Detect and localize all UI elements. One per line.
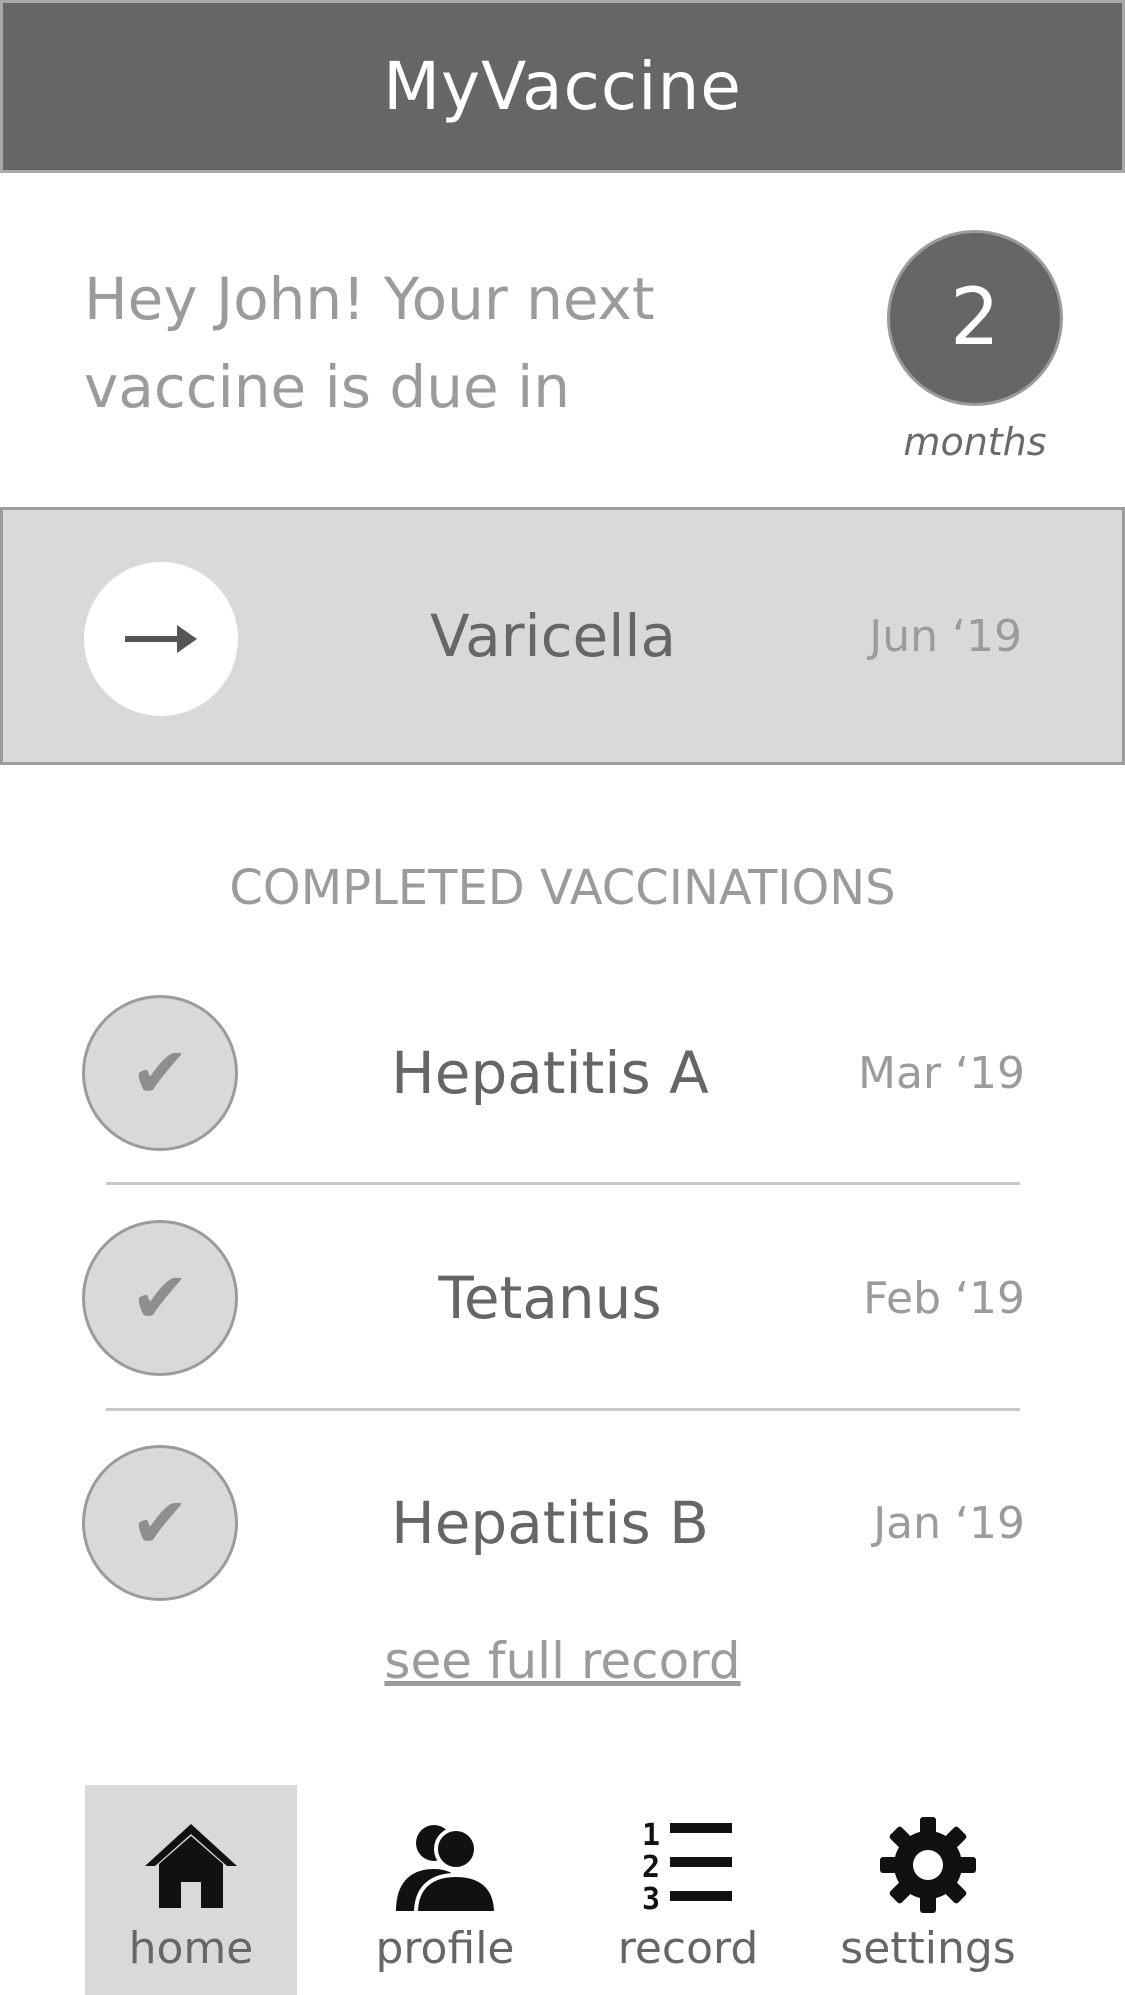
svg-text:2: 2 [642, 1850, 660, 1885]
vaccine-date: Feb ‘19 [863, 1272, 1025, 1324]
check-icon: ✔ [82, 1445, 238, 1601]
next-vaccine-card[interactable]: Varicella Jun ‘19 [0, 507, 1125, 765]
see-full-record-link[interactable]: see full record [0, 1632, 1125, 1690]
check-icon: ✔ [82, 1220, 238, 1376]
svg-text:1: 1 [642, 1818, 660, 1853]
record-list-icon: 1 2 3 [633, 1815, 743, 1915]
due-counter-unit: months [903, 420, 1047, 464]
tab-record[interactable]: 1 2 3 record [582, 1785, 794, 1995]
due-counter-badge: 2 [887, 230, 1063, 406]
profile-icon [390, 1815, 500, 1915]
arrow-right-icon[interactable] [84, 562, 238, 716]
vaccine-name: Hepatitis A [391, 1039, 709, 1107]
check-icon: ✔ [82, 995, 238, 1151]
app-header: MyVaccine [0, 0, 1125, 173]
bottom-tab-bar: home profile 1 2 3 record settings [0, 1785, 1125, 1995]
vaccine-name: Tetanus [438, 1264, 662, 1332]
tab-label: home [128, 1923, 254, 1974]
divider [106, 1408, 1020, 1411]
next-vaccine-date: Jun ‘19 [869, 610, 1022, 662]
vaccine-date: Mar ‘19 [858, 1047, 1025, 1099]
next-vaccine-name: Varicella [429, 602, 677, 670]
divider [106, 1182, 1020, 1185]
list-item[interactable]: ✔ Hepatitis A Mar ‘19 [0, 995, 1125, 1220]
completed-section-title: COMPLETED VACCINATIONS [229, 860, 896, 916]
vaccine-date: Jan ‘19 [873, 1497, 1025, 1549]
tab-label: settings [840, 1923, 1016, 1974]
tab-label: profile [375, 1923, 515, 1974]
due-counter-value: 2 [950, 273, 1000, 363]
tab-profile[interactable]: profile [339, 1785, 551, 1995]
app-title: MyVaccine [383, 48, 742, 125]
tab-home[interactable]: home [85, 1785, 297, 1995]
tab-settings[interactable]: settings [822, 1785, 1034, 1995]
tab-label: record [617, 1923, 759, 1974]
vaccine-name: Hepatitis B [391, 1489, 709, 1557]
home-icon [136, 1815, 246, 1915]
gear-icon [873, 1815, 983, 1915]
list-item[interactable]: ✔ Tetanus Feb ‘19 [0, 1220, 1125, 1445]
greeting-text: Hey John! Your next vaccine is due in [84, 265, 655, 421]
svg-text:3: 3 [642, 1882, 660, 1915]
